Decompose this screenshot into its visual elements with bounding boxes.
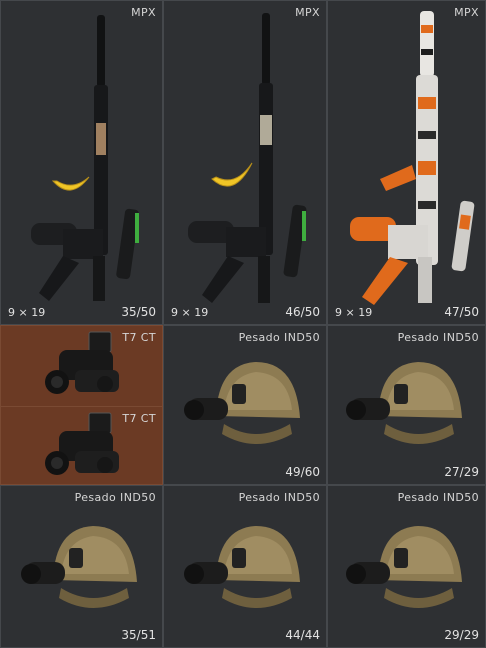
item-name: MPX bbox=[454, 6, 479, 19]
durability-count: 29/29 bbox=[444, 628, 479, 642]
caliber-label: 9 × 19 bbox=[8, 306, 46, 319]
durability-count: 44/44 bbox=[285, 628, 320, 642]
weapon-slot-2[interactable]: MPX 9 × 19 46/50 bbox=[163, 0, 327, 325]
item-name: T7 CT bbox=[122, 412, 156, 425]
durability-count: 35/51 bbox=[121, 628, 156, 642]
helmet-icon bbox=[21, 526, 137, 608]
helmet-slot-5[interactable]: Pesado IND50 29/29 bbox=[327, 485, 486, 648]
durability-count: 49/60 bbox=[285, 465, 320, 479]
item-name: T7 CT bbox=[122, 331, 156, 344]
helmet-slot-4[interactable]: Pesado IND50 44/44 bbox=[163, 485, 327, 648]
weapon-slot-1[interactable]: MPX 9 × 19 35/50 bbox=[0, 0, 163, 325]
nvg-item-2[interactable]: T7 CT bbox=[1, 406, 162, 484]
item-name: Pesado IND50 bbox=[397, 331, 479, 344]
durability-count: 27/29 bbox=[444, 465, 479, 479]
nvg-item-1[interactable]: T7 CT bbox=[1, 326, 162, 406]
helmet-icon bbox=[346, 526, 462, 608]
helmet-slot-1[interactable]: Pesado IND50 49/60 bbox=[163, 325, 327, 485]
ammo-count: 46/50 bbox=[285, 305, 320, 319]
helmet-slot-2[interactable]: Pesado IND50 27/29 bbox=[327, 325, 486, 485]
helmet-icon bbox=[184, 526, 300, 608]
helmet-slot-3[interactable]: Pesado IND50 35/51 bbox=[0, 485, 163, 648]
item-name: MPX bbox=[295, 6, 320, 19]
weapon-slot-3[interactable]: MPX 9 × 19 47/50 bbox=[327, 0, 486, 325]
ammo-count: 47/50 bbox=[444, 305, 479, 319]
item-name: Pesado IND50 bbox=[397, 491, 479, 504]
item-name: Pesado IND50 bbox=[238, 331, 320, 344]
caliber-label: 9 × 19 bbox=[335, 306, 373, 319]
banana-icon bbox=[51, 176, 90, 191]
camo-rifle-icon bbox=[350, 11, 475, 305]
caliber-label: 9 × 19 bbox=[171, 306, 209, 319]
item-name: Pesado IND50 bbox=[238, 491, 320, 504]
helmet-icon bbox=[184, 362, 300, 444]
item-name: MPX bbox=[131, 6, 156, 19]
nvg-stack-slot[interactable]: T7 CT T7 CT bbox=[0, 325, 163, 485]
item-name: Pesado IND50 bbox=[74, 491, 156, 504]
helmet-icon bbox=[346, 362, 462, 444]
banana-icon bbox=[211, 162, 253, 187]
ammo-count: 35/50 bbox=[121, 305, 156, 319]
inventory-grid: MPX 9 × 19 35/50 MPX 9 × 19 46/50 MPX 9 … bbox=[0, 0, 486, 648]
